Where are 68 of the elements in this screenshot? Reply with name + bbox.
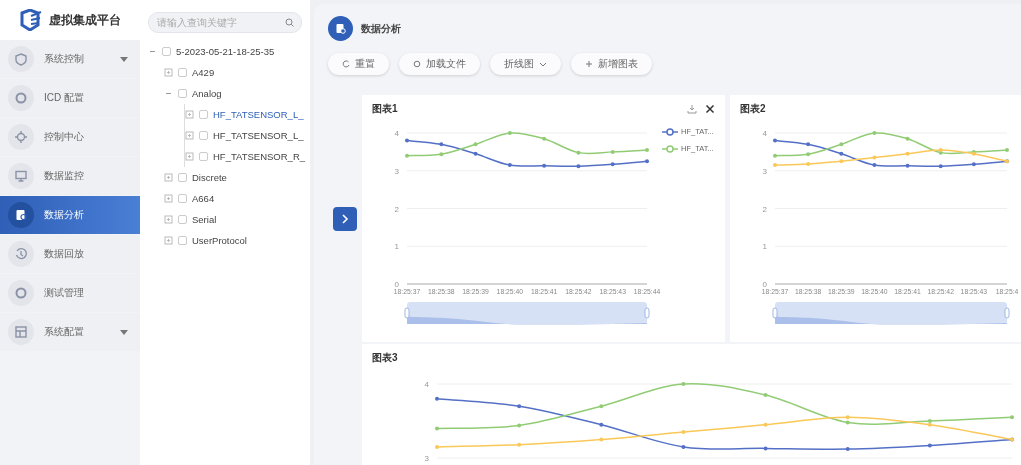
expand-icon[interactable]: [164, 68, 173, 77]
axis-label: 3: [424, 454, 429, 463]
axis-label: 3: [762, 166, 767, 176]
expand-icon[interactable]: [185, 131, 194, 140]
expand-icon[interactable]: [164, 173, 173, 182]
document-search-icon: [334, 22, 347, 35]
chart-title: 图表2: [740, 102, 767, 116]
refresh-icon: [342, 60, 350, 68]
expand-icon[interactable]: [164, 215, 173, 224]
toolbar-button[interactable]: 新增图表: [571, 53, 652, 75]
axis-label: 2: [394, 204, 399, 214]
checkbox[interactable]: [178, 89, 187, 98]
zoom-slider[interactable]: [772, 302, 1010, 325]
toolbar-button[interactable]: 折线图: [490, 53, 561, 75]
tree-item[interactable]: Discrete: [192, 172, 227, 183]
chart-title: 图表1: [372, 102, 399, 116]
checkbox[interactable]: [178, 194, 187, 203]
tree-item[interactable]: HF_TATSENSOR_L_: [213, 130, 304, 141]
expand-icon[interactable]: [164, 236, 173, 245]
tree-item[interactable]: Serial: [192, 214, 217, 225]
checkbox[interactable]: [178, 68, 187, 77]
tree-item[interactable]: 5-2023-05-21-18-25-35: [176, 46, 275, 57]
close-icon[interactable]: [705, 104, 715, 114]
expand-icon[interactable]: [164, 194, 173, 203]
download-icon[interactable]: [687, 104, 697, 114]
checkbox[interactable]: [178, 236, 187, 245]
grid-icon: [13, 324, 29, 340]
tree-item[interactable]: Analog: [192, 88, 222, 99]
circle-icon: [413, 60, 421, 68]
axis-label: 0: [394, 280, 399, 289]
zoom-slider[interactable]: [404, 302, 650, 325]
checkbox[interactable]: [178, 173, 187, 182]
monitor-icon: [13, 168, 29, 184]
axis-label: 4: [394, 129, 399, 138]
checkbox[interactable]: [162, 47, 171, 56]
tree-item[interactable]: A664: [192, 193, 215, 204]
expand-icon[interactable]: [185, 152, 194, 161]
clock-icon: [13, 246, 29, 262]
plus-icon: [585, 60, 593, 68]
shield-icon: [13, 51, 29, 67]
page-title: 数据分析: [361, 21, 401, 36]
logo-icon: [19, 9, 43, 31]
search-icon: [285, 18, 294, 27]
axis-label: 1: [394, 242, 399, 252]
expand-button[interactable]: [333, 206, 357, 231]
search-field[interactable]: 请输入查询关键字: [148, 12, 302, 33]
axis-label: 2: [762, 204, 767, 214]
chart-title: 图表3: [372, 351, 399, 365]
axis-label: 3: [394, 166, 399, 176]
checkbox[interactable]: [199, 131, 208, 140]
tree-item[interactable]: A429: [192, 67, 215, 78]
tree-item[interactable]: HF_TATSENSOR_R_: [213, 151, 306, 162]
nav-item[interactable]: 数据分析: [0, 196, 140, 234]
axis-label: 4: [762, 129, 767, 138]
app-title: 虚拟集成平台: [49, 11, 121, 29]
checkbox[interactable]: [178, 215, 187, 224]
axis-label: 0: [762, 280, 767, 289]
chevron-right-icon: [341, 213, 349, 224]
tree-item[interactable]: UserProtocol: [192, 235, 247, 246]
expand-icon[interactable]: [185, 110, 194, 119]
toolbar-button[interactable]: 重置: [328, 53, 389, 75]
axis-label: 1: [762, 242, 767, 252]
crosshair-icon: [13, 129, 29, 145]
checkbox[interactable]: [199, 152, 208, 161]
toolbar-button[interactable]: 加载文件: [399, 53, 480, 75]
axis-label: 4: [424, 380, 429, 389]
tree-item[interactable]: HF_TATSENSOR_L_: [213, 109, 304, 120]
checkbox[interactable]: [199, 110, 208, 119]
